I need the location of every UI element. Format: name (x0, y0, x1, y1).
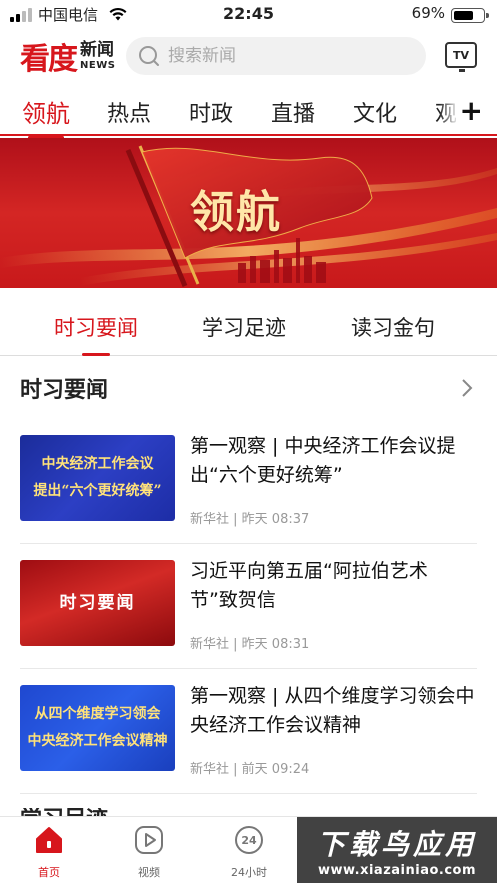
tab-label: 时政 (189, 102, 234, 127)
nav-label: 24小时 (231, 866, 267, 879)
tab-label: 领航 (22, 100, 70, 128)
search-icon (139, 46, 159, 66)
battery-percent: 69% (411, 4, 445, 22)
search-bar[interactable] (126, 37, 426, 75)
news-meta: 新华社 | 昨天 08:37 (190, 512, 310, 527)
banner-title: 领航 (190, 187, 282, 238)
news-thumbnail: 从四个维度学习领会 中央经济工作会议精神 (20, 685, 175, 771)
logo-main: 看度 (20, 42, 78, 77)
banner-linghang[interactable]: 领航 (0, 138, 497, 288)
tv-label: TV (452, 48, 470, 62)
tab-linghang[interactable]: 领航 (22, 94, 70, 139)
watermark-url: www.xiazainiao.com (317, 862, 477, 878)
nav-label: 视频 (138, 866, 160, 879)
news-meta: 新华社 | 昨天 08:31 (190, 637, 310, 652)
tab-label: 文化 (353, 102, 398, 127)
tab-redian[interactable]: 热点 (107, 96, 151, 128)
section-title: 时习要闻 (20, 378, 109, 403)
active-subtab-indicator (82, 353, 110, 356)
news-item[interactable]: 从四个维度学习领会 中央经济工作会议精神 第一观察 | 从四个维度学习领会中央经… (20, 670, 477, 794)
watermark-title: 下载鸟应用 (316, 827, 477, 861)
channel-tabs: 领航 热点 时政 直播 文化 观 + (0, 88, 497, 139)
subtab-label: 学习足迹 (202, 316, 286, 340)
subtab-duxi-jinju[interactable]: 读习金句 (351, 312, 435, 342)
search-input[interactable] (168, 46, 388, 66)
news-item[interactable]: 时习要闻 习近平向第五届“阿拉伯艺术节”致贺信 新华社 | 昨天 08:31 (20, 545, 477, 669)
news-source: 新华社 (190, 637, 230, 652)
news-title: 第一观察 | 从四个维度学习领会中央经济工作会议精神 (190, 685, 475, 736)
tab-label: 直播 (271, 102, 316, 127)
news-item[interactable]: 中央经济工作会议 提出“六个更好统筹” 第一观察 | 中央经济工作会议提出“六个… (20, 420, 477, 544)
video-play-icon (135, 826, 163, 854)
news-title: 习近平向第五届“阿拉伯艺术节”致贺信 (190, 560, 428, 611)
nav-24h[interactable]: 24 24小时 (219, 825, 279, 880)
news-meta: 新华社 | 前天 09:24 (190, 762, 310, 777)
app-header: 看度 新闻 NEWS TV (0, 30, 497, 84)
news-thumbnail: 中央经济工作会议 提出“六个更好统筹” (20, 435, 175, 521)
subtab-label: 读习金句 (351, 316, 435, 340)
thumb-text: 时习要闻 (59, 592, 136, 613)
tab-shizheng[interactable]: 时政 (189, 96, 233, 128)
thumb-text: 中央经济工作会议精神 (27, 733, 168, 749)
bottom-nav: 首页 视频 24 24小时 下载鸟应用 www.xiazainiao.com (0, 816, 497, 883)
section-header[interactable]: 时习要闻 (20, 372, 477, 406)
home-icon (36, 827, 62, 853)
add-channel-button[interactable]: + (455, 94, 483, 127)
nav-video[interactable]: 视频 (119, 825, 179, 880)
thumb-text: 提出“六个更好统筹” (33, 483, 162, 499)
subtab-label: 时习要闻 (54, 316, 138, 340)
battery-icon (451, 8, 489, 23)
news-title: 第一观察 | 中央经济工作会议提出“六个更好统筹” (190, 435, 456, 486)
news-source: 新华社 (190, 512, 230, 527)
news-source: 新华社 (190, 762, 230, 777)
sub-tabs: 时习要闻 学习足迹 读习金句 (0, 290, 497, 356)
24h-clock-icon: 24 (235, 826, 263, 854)
news-time: 昨天 08:31 (241, 637, 310, 652)
nav-home[interactable]: 首页 (19, 825, 79, 880)
news-thumbnail: 时习要闻 (20, 560, 175, 646)
thumb-text: 从四个维度学习领会 (34, 706, 161, 723)
svg-text:24: 24 (241, 834, 257, 847)
tab-zhibo[interactable]: 直播 (271, 96, 315, 128)
app-logo[interactable]: 看度 新闻 NEWS (20, 36, 116, 77)
subtab-xuexi-zuji[interactable]: 学习足迹 (202, 312, 286, 342)
logo-news: 新闻 NEWS (80, 39, 116, 71)
news-time: 昨天 08:37 (241, 512, 310, 527)
nav-label: 首页 (38, 866, 60, 879)
tab-label: 热点 (107, 102, 152, 127)
news-time: 前天 09:24 (241, 762, 310, 777)
thumb-text: 中央经济工作会议 (41, 456, 154, 473)
watermark: 下载鸟应用 www.xiazainiao.com (297, 817, 497, 883)
tab-wenhua[interactable]: 文化 (353, 96, 397, 128)
logo-en: NEWS (80, 59, 116, 71)
tv-button[interactable]: TV (445, 42, 477, 72)
chevron-right-icon[interactable] (461, 378, 473, 398)
subtab-shixi-yaowen[interactable]: 时习要闻 (54, 312, 138, 356)
logo-sub: 新闻 (80, 39, 114, 60)
status-bar: 中国电信 22:45 69% (0, 0, 497, 28)
